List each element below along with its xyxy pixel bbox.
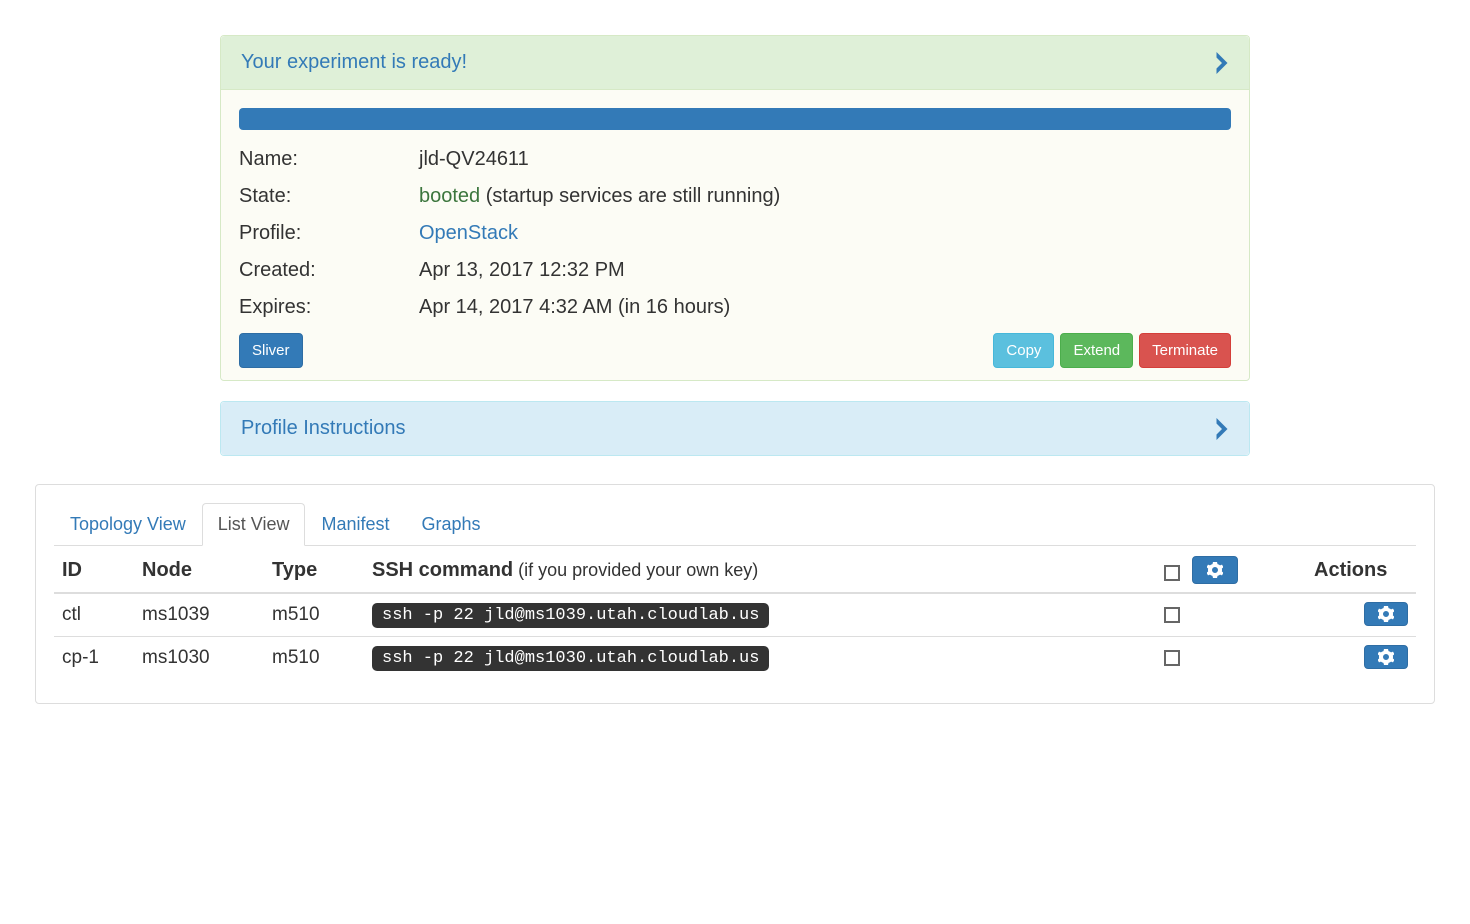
row-actions-button[interactable] (1364, 645, 1408, 669)
cell-type: m510 (264, 637, 364, 680)
state-suffix: (startup services are still running) (480, 185, 780, 207)
cell-id: cp-1 (54, 637, 134, 680)
created-value: Apr 13, 2017 12:32 PM (419, 259, 625, 282)
th-type: Type (264, 546, 364, 593)
instructions-heading[interactable]: Profile Instructions (221, 402, 1249, 455)
copy-button[interactable]: Copy (993, 333, 1054, 368)
progress-bar (239, 108, 1231, 130)
th-ssh-note: (if you provided your own key) (513, 560, 758, 580)
cell-check (1156, 593, 1306, 637)
chevron-right-icon (1215, 52, 1229, 74)
row-actions-button[interactable] (1364, 602, 1408, 626)
created-label: Created: (239, 259, 419, 282)
info-created: Created: Apr 13, 2017 12:32 PM (239, 259, 1231, 282)
profile-link[interactable]: OpenStack (419, 222, 518, 244)
name-label: Name: (239, 148, 419, 171)
state-value: booted (startup services are still runni… (419, 185, 780, 208)
row-checkbox[interactable] (1164, 650, 1180, 666)
ready-panel-heading[interactable]: Your experiment is ready! (221, 36, 1249, 90)
expires-value: Apr 14, 2017 4:32 AM (in 16 hours) (419, 296, 730, 319)
th-ssh-main: SSH command (372, 559, 513, 581)
cell-node: ms1030 (134, 637, 264, 680)
profile-label: Profile: (239, 222, 419, 245)
expires-label: Expires: (239, 296, 419, 319)
button-row: Sliver Copy Extend Terminate (239, 333, 1231, 368)
cell-ssh: ssh -p 22 jld@ms1030.utah.cloudlab.us (364, 637, 1156, 680)
table-row: cp-1ms1030m510 ssh -p 22 jld@ms1030.utah.… (54, 637, 1416, 680)
list-panel: Topology View List View Manifest Graphs … (35, 484, 1435, 704)
row-checkbox[interactable] (1164, 607, 1180, 623)
instructions-panel: Profile Instructions (220, 401, 1250, 456)
button-group-right: Copy Extend Terminate (993, 333, 1231, 368)
cell-ssh: ssh -p 22 jld@ms1039.utah.cloudlab.us (364, 593, 1156, 637)
cell-node: ms1039 (134, 593, 264, 637)
bulk-actions-button[interactable] (1192, 556, 1238, 584)
ssh-command[interactable]: ssh -p 22 jld@ms1030.utah.cloudlab.us (372, 646, 769, 671)
tab-manifest[interactable]: Manifest (305, 503, 405, 546)
view-tabs: Topology View List View Manifest Graphs (54, 503, 1416, 546)
select-all-checkbox[interactable] (1164, 565, 1180, 581)
tab-list-view[interactable]: List View (202, 503, 306, 546)
ready-panel: Your experiment is ready! Name: jld-QV24… (220, 35, 1250, 381)
ready-title[interactable]: Your experiment is ready! (241, 51, 467, 74)
cell-check (1156, 637, 1306, 680)
th-actions: Actions (1306, 546, 1416, 593)
tab-graphs[interactable]: Graphs (405, 503, 496, 546)
table-row: ctlms1039m510 ssh -p 22 jld@ms1039.utah.c… (54, 593, 1416, 637)
ready-panel-body: Name: jld-QV24611 State: booted (startup… (221, 90, 1249, 380)
th-ssh: SSH command (if you provided your own ke… (364, 546, 1156, 593)
th-check (1156, 546, 1306, 593)
terminate-button[interactable]: Terminate (1139, 333, 1231, 368)
ssh-command[interactable]: ssh -p 22 jld@ms1039.utah.cloudlab.us (372, 603, 769, 628)
gear-icon (1378, 649, 1394, 665)
gear-icon (1378, 606, 1394, 622)
info-expires: Expires: Apr 14, 2017 4:32 AM (in 16 hou… (239, 296, 1231, 319)
th-id: ID (54, 546, 134, 593)
chevron-right-icon (1215, 418, 1229, 440)
instructions-title: Profile Instructions (241, 417, 406, 440)
info-state: State: booted (startup services are stil… (239, 185, 1231, 208)
name-value: jld-QV24611 (419, 148, 529, 171)
tab-topology-view[interactable]: Topology View (54, 503, 202, 546)
gear-icon (1207, 562, 1223, 578)
extend-button[interactable]: Extend (1060, 333, 1133, 368)
state-label: State: (239, 185, 419, 208)
node-table: ID Node Type SSH command (if you provide… (54, 546, 1416, 679)
th-node: Node (134, 546, 264, 593)
state-booted: booted (419, 185, 480, 207)
info-name: Name: jld-QV24611 (239, 148, 1231, 171)
cell-type: m510 (264, 593, 364, 637)
info-profile: Profile: OpenStack (239, 222, 1231, 245)
cell-actions (1306, 593, 1416, 637)
sliver-button[interactable]: Sliver (239, 333, 303, 368)
cell-id: ctl (54, 593, 134, 637)
cell-actions (1306, 637, 1416, 680)
